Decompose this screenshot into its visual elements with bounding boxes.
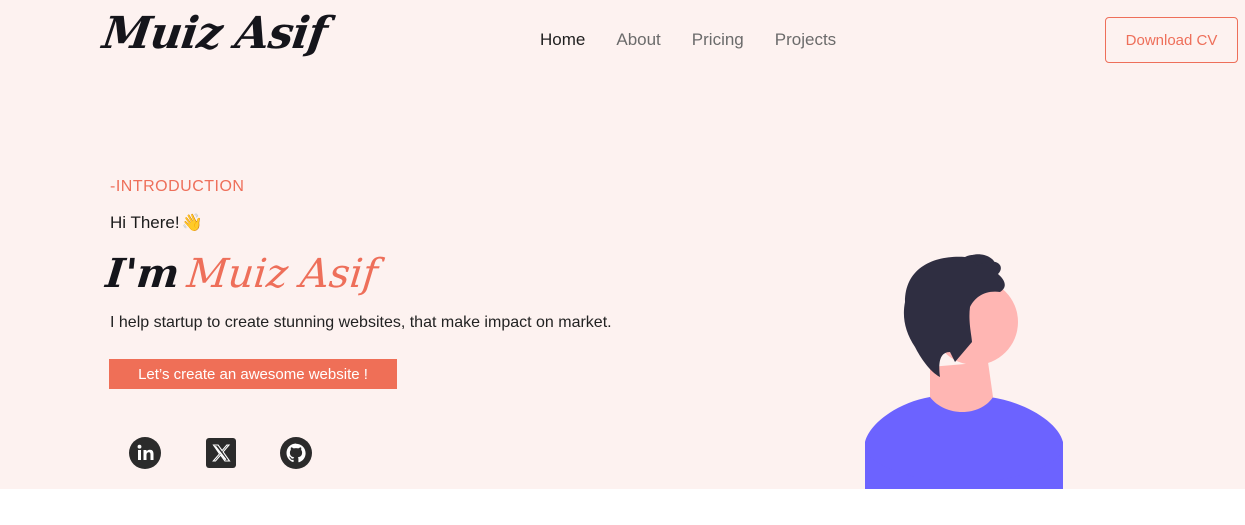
greeting: Hi There! 👋	[110, 213, 203, 233]
nav-about[interactable]: About	[616, 30, 660, 50]
linkedin-icon[interactable]	[129, 437, 161, 469]
headline-prefix: I'm	[103, 250, 182, 297]
intro-label: -INTRODUCTION	[110, 178, 245, 195]
avatar-illustration	[860, 252, 1070, 489]
hero-headline: I'mMuiz Asif	[104, 250, 381, 297]
site-logo[interactable]: Muiz Asif	[99, 8, 329, 59]
x-twitter-icon[interactable]	[205, 437, 237, 469]
greeting-text: Hi There!	[110, 213, 180, 232]
waving-hand-icon: 👋	[181, 213, 203, 232]
main-nav: Home About Pricing Projects	[540, 30, 867, 50]
github-icon[interactable]	[280, 437, 312, 469]
hero-page: Muiz Asif Home About Pricing Projects Do…	[0, 0, 1245, 489]
cta-button[interactable]: Let’s create an awesome website !	[109, 359, 397, 389]
nav-pricing[interactable]: Pricing	[692, 30, 744, 50]
download-cv-button[interactable]: Download CV	[1105, 17, 1238, 63]
headline-name: Muiz Asif	[184, 251, 380, 297]
nav-home[interactable]: Home	[540, 30, 585, 50]
nav-projects[interactable]: Projects	[775, 30, 836, 50]
hero-tagline: I help startup to create stunning websit…	[110, 314, 612, 331]
